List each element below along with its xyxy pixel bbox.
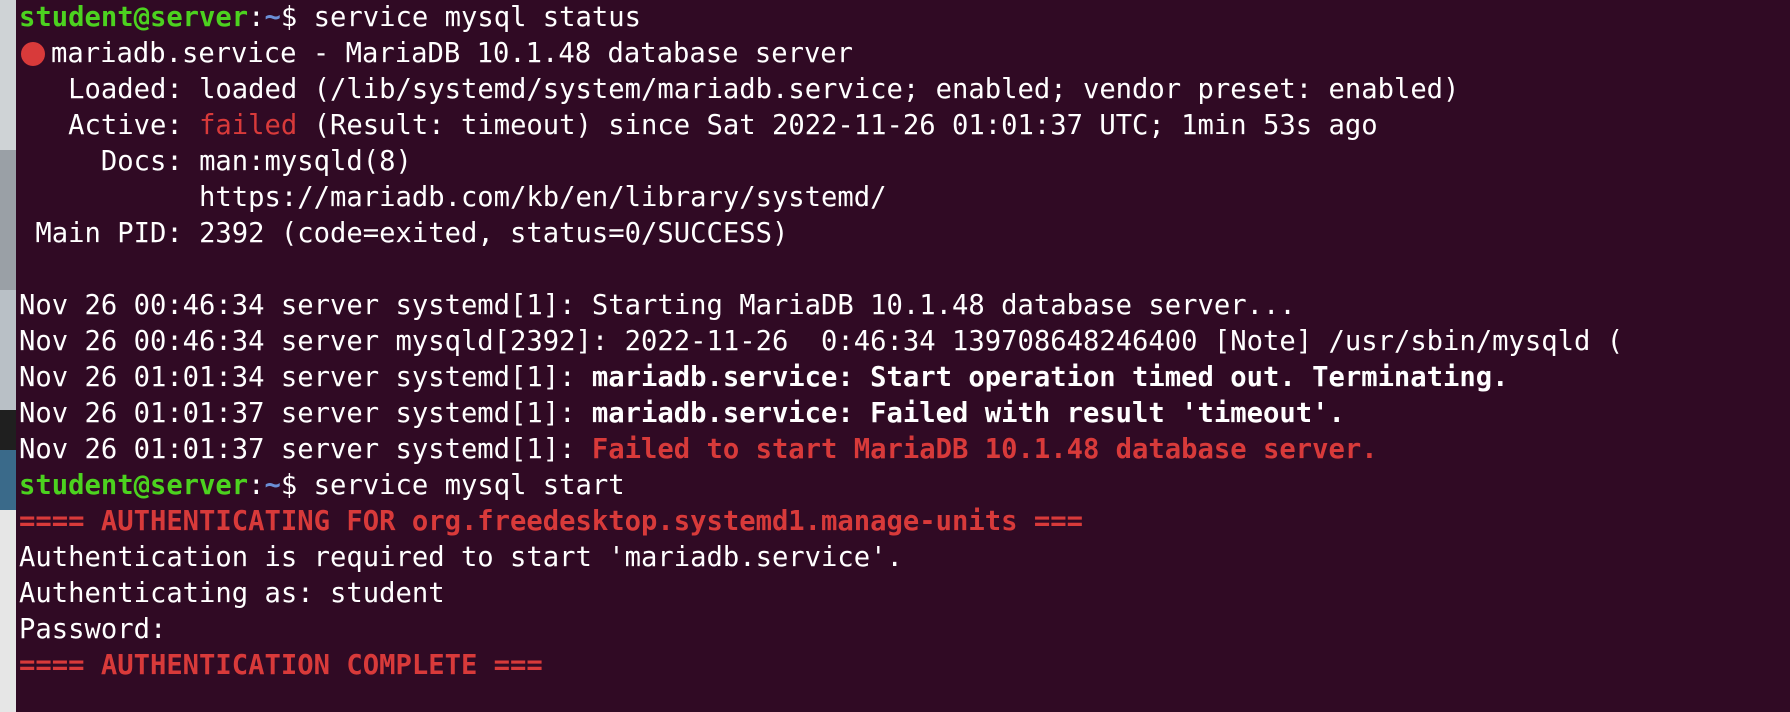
- docs-label: Docs:: [19, 146, 200, 177]
- auth-as-text: Authenticating as: student: [19, 578, 445, 609]
- docs-url: https://mariadb.com/kb/en/library/system…: [19, 182, 887, 213]
- log-message: Starting MariaDB 10.1.48 database server…: [591, 290, 1296, 321]
- service-title-line: mariadb.service - MariaDB 10.1.48 databa…: [19, 36, 853, 72]
- prompt-colon: :: [248, 2, 265, 33]
- background-window-edge: [0, 0, 16, 712]
- command-text: service mysql start: [313, 470, 625, 501]
- log-message: mariadb.service: Start operation timed o…: [591, 362, 1509, 393]
- docs-value: man:mysqld(8): [199, 146, 412, 177]
- command-text: service mysql status: [313, 2, 642, 33]
- auth-complete: ==== AUTHENTICATION COMPLETE ===: [19, 650, 543, 681]
- active-line: Active: failed (Result: timeout) since S…: [19, 108, 1378, 144]
- log-prefix: Nov 26 01:01:37 server systemd[1]:: [19, 398, 592, 429]
- docs-url-line: https://mariadb.com/kb/en/library/system…: [19, 180, 887, 216]
- log-line: Nov 26 01:01:34 server systemd[1]: maria…: [19, 360, 1509, 396]
- active-label: Active:: [19, 110, 200, 141]
- command-line-status: student@server:~$ service mysql status: [19, 0, 641, 36]
- prompt-colon: :: [248, 470, 265, 501]
- log-line: Nov 26 01:01:37 server systemd[1]: maria…: [19, 396, 1345, 432]
- failed-status-dot-icon: [21, 42, 45, 66]
- prompt-path: ~: [264, 470, 281, 501]
- loaded-value: loaded (/lib/systemd/system/mariadb.serv…: [199, 74, 1460, 105]
- log-message: 2022-11-26 0:46:34 139708648246400 [Note…: [624, 326, 1624, 357]
- log-message: mariadb.service: Failed with result 'tim…: [591, 398, 1345, 429]
- command-line-start: student@server:~$ service mysql start: [19, 468, 625, 504]
- auth-required-text: Authentication is required to start 'mar…: [19, 542, 903, 573]
- active-details: (Result: timeout) since Sat 2022-11-26 0…: [297, 110, 1378, 141]
- docs-line: Docs: man:mysqld(8): [19, 144, 412, 180]
- main-pid-value: 2392 (code=exited, status=0/SUCCESS): [199, 218, 789, 249]
- log-prefix: Nov 26 01:01:37 server systemd[1]:: [19, 434, 592, 465]
- prompt-dollar: $: [280, 2, 314, 33]
- terminal-output[interactable]: student@server:~$ service mysql status m…: [19, 0, 1790, 712]
- main-pid-label: Main PID:: [19, 218, 200, 249]
- prompt-path: ~: [264, 2, 281, 33]
- auth-header: ==== AUTHENTICATING FOR org.freedesktop.…: [19, 506, 1083, 537]
- log-message-error: Failed to start MariaDB 10.1.48 database…: [591, 434, 1378, 465]
- prompt-dollar: $: [280, 470, 314, 501]
- log-prefix: Nov 26 00:46:34 server systemd[1]:: [19, 290, 592, 321]
- log-line: Nov 26 01:01:37 server systemd[1]: Faile…: [19, 432, 1378, 468]
- loaded-label: Loaded:: [19, 74, 200, 105]
- active-state: failed: [199, 110, 298, 141]
- log-line: Nov 26 00:46:34 server systemd[1]: Start…: [19, 288, 1296, 324]
- log-line: Nov 26 00:46:34 server mysqld[2392]: 202…: [19, 324, 1623, 360]
- password-prompt[interactable]: Password:: [19, 612, 183, 648]
- log-prefix: Nov 26 00:46:34 server mysqld[2392]:: [19, 326, 625, 357]
- service-title: mariadb.service - MariaDB 10.1.48 databa…: [51, 38, 854, 69]
- main-pid-line: Main PID: 2392 (code=exited, status=0/SU…: [19, 216, 788, 252]
- log-prefix: Nov 26 01:01:34 server systemd[1]:: [19, 362, 592, 393]
- prompt-user-host: student@server: [19, 470, 249, 501]
- loaded-line: Loaded: loaded (/lib/systemd/system/mari…: [19, 72, 1459, 108]
- prompt-user-host: student@server: [19, 2, 249, 33]
